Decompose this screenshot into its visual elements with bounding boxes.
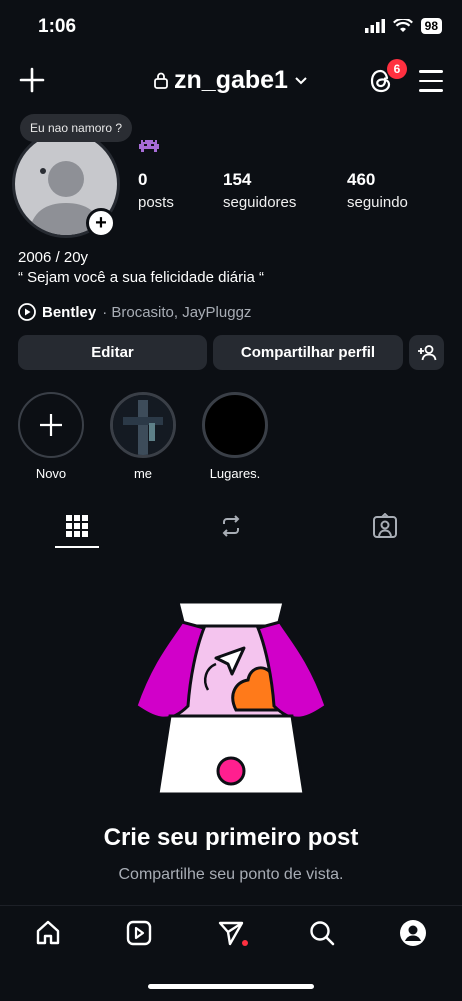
empty-state-title: Crie seu primeiro post [103, 824, 359, 851]
menu-icon[interactable] [419, 70, 443, 99]
bio-line: “ Sejam você a sua felicidade diária “ [18, 269, 264, 286]
stat-followers[interactable]: 154 seguidores [223, 170, 296, 211]
stat-number: 154 [223, 170, 252, 189]
home-icon [36, 920, 60, 945]
highlight-label: me [133, 466, 153, 481]
status-icons: 98 [364, 18, 442, 34]
reels-nav-icon [126, 920, 152, 946]
stat-label: posts [138, 194, 174, 211]
stat-following[interactable]: 460 seguindo [347, 170, 408, 211]
space-invader-icon [139, 140, 159, 152]
unread-dot [242, 940, 248, 946]
signal-icon [364, 19, 385, 33]
wifi-icon [392, 19, 413, 32]
highlight-label: Lugares. [209, 466, 261, 481]
tab-tagged[interactable] [365, 510, 405, 542]
discover-people-button[interactable] [409, 335, 444, 370]
highlight-circle [202, 392, 268, 458]
battery-indicator: 98 [420, 18, 442, 34]
grid-icon [66, 515, 88, 537]
tab-active-indicator [55, 546, 99, 548]
plus-icon [40, 414, 62, 436]
highlight-circle [18, 392, 84, 458]
music-others: · Brocasito, JayPluggz [102, 303, 252, 321]
stat-number: 0 [138, 170, 148, 189]
add-story-button[interactable]: + [86, 208, 116, 238]
highlight-me[interactable]: me [107, 392, 179, 481]
tagged-icon [373, 513, 397, 538]
profile-music[interactable]: Bentley · Brocasito, JayPluggz [18, 303, 251, 321]
nav-reels[interactable] [124, 918, 154, 948]
chevron-down-icon [295, 76, 307, 84]
home-indicator [148, 984, 314, 989]
share-profile-button[interactable]: Compartilhar perfil [213, 335, 403, 370]
music-artist: Bentley [42, 303, 97, 321]
profile-note[interactable]: Eu nao namoro ? [20, 114, 133, 142]
camera-illustration [134, 600, 328, 794]
profile-icon [400, 920, 426, 946]
nav-search[interactable] [307, 918, 337, 948]
play-icon [18, 303, 36, 321]
nav-profile[interactable] [398, 918, 428, 948]
highlight-label: Novo [35, 466, 67, 481]
highlight-places[interactable]: Lugares. [199, 392, 271, 481]
stat-posts[interactable]: 0 posts [138, 170, 174, 211]
username: zn_gabe1 [174, 66, 288, 94]
highlight-cover-image [113, 395, 173, 455]
stat-label: seguindo [347, 194, 408, 211]
notification-badge: 6 [387, 59, 407, 79]
bio-line: 2006 / 20y [18, 249, 89, 266]
nav-home[interactable] [33, 918, 63, 948]
reels-icon [222, 515, 240, 537]
edit-profile-button[interactable]: Editar [18, 335, 207, 370]
empty-state-subtitle: Compartilhe seu ponto de vista. [118, 866, 344, 883]
tab-reposts[interactable] [211, 510, 251, 542]
status-time: 1:06 [38, 16, 77, 37]
tab-grid[interactable] [57, 510, 97, 542]
lock-icon [154, 72, 168, 89]
add-user-icon [417, 344, 436, 360]
stat-number: 460 [347, 170, 376, 189]
stat-label: seguidores [223, 194, 297, 211]
highlight-circle [110, 392, 176, 458]
note-tail [40, 168, 46, 174]
search-icon [310, 921, 335, 946]
highlight-new[interactable]: Novo [15, 392, 87, 481]
send-icon [218, 921, 244, 946]
